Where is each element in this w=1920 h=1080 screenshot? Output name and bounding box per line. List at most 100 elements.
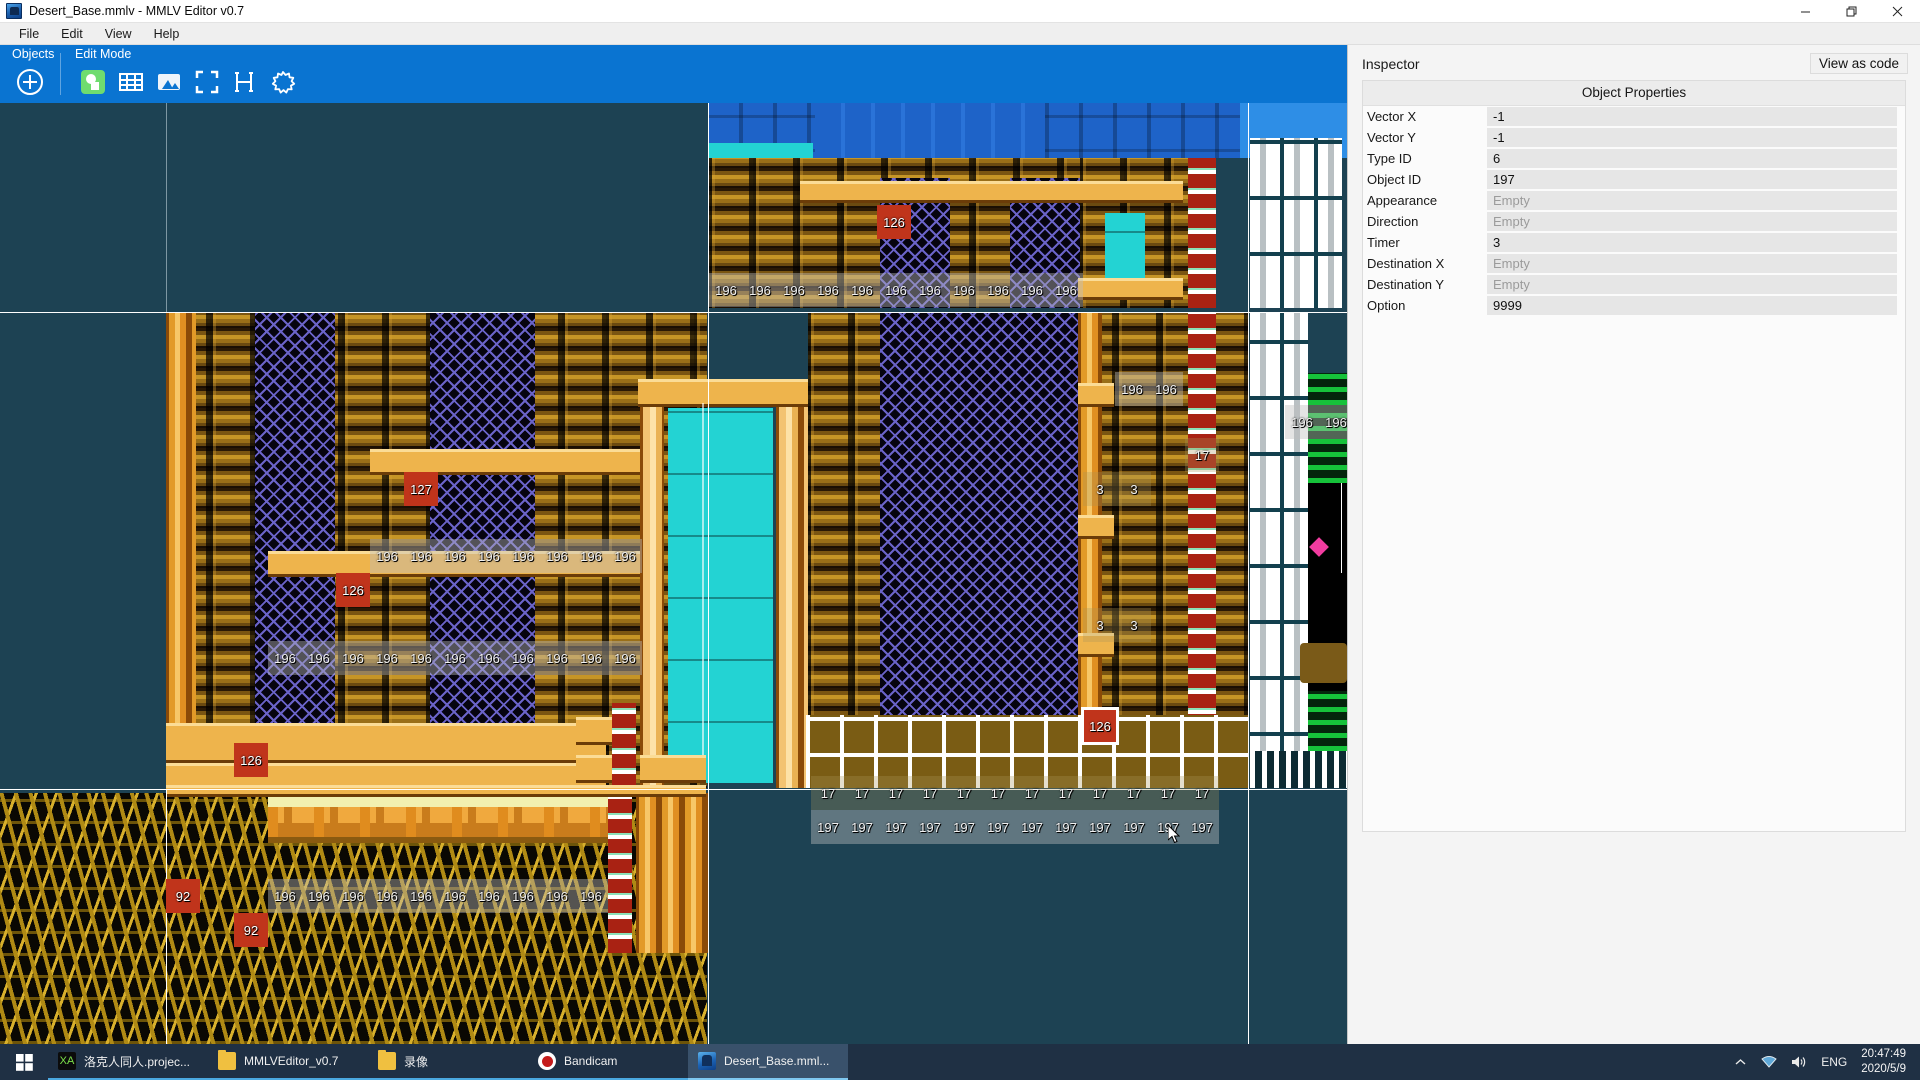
object-marker[interactable]: 17 (1185, 438, 1219, 472)
object-marker[interactable]: 196 (1115, 372, 1149, 406)
object-marker[interactable]: 196 (540, 879, 574, 913)
taskbar-button[interactable]: Bandicam (528, 1044, 688, 1080)
object-marker[interactable]: 196 (370, 641, 404, 675)
object-marker[interactable]: 196 (404, 641, 438, 675)
object-marker[interactable]: 196 (777, 273, 811, 307)
object-marker[interactable]: 196 (506, 641, 540, 675)
object-marker[interactable]: 196 (913, 273, 947, 307)
property-value-field[interactable]: Empty (1487, 212, 1897, 231)
property-value-field[interactable]: -1 (1487, 128, 1897, 147)
object-marker[interactable]: 197 (1117, 810, 1151, 844)
object-marker[interactable]: 196 (1285, 405, 1319, 439)
taskbar-button[interactable]: MMLVEditor_v0.7 (208, 1044, 368, 1080)
object-marker[interactable]: 197 (1151, 810, 1185, 844)
object-marker[interactable]: 196 (574, 879, 608, 913)
object-marker[interactable]: 197 (947, 810, 981, 844)
object-marker[interactable]: 196 (1015, 273, 1049, 307)
object-marker[interactable]: 17 (1083, 776, 1117, 810)
volume-icon[interactable] (1791, 1055, 1807, 1069)
object-marker[interactable]: 17 (913, 776, 947, 810)
object-marker[interactable]: 197 (879, 810, 913, 844)
object-marker[interactable]: 3 (1083, 608, 1117, 642)
object-marker[interactable]: 196 (404, 539, 438, 573)
object-marker[interactable]: 196 (302, 641, 336, 675)
property-value-field[interactable]: 197 (1487, 170, 1897, 189)
object-marker[interactable]: 126 (234, 743, 268, 777)
object-marker[interactable]: 196 (438, 641, 472, 675)
object-marker[interactable]: 196 (336, 879, 370, 913)
object-marker[interactable]: 196 (709, 273, 743, 307)
object-marker[interactable]: 196 (302, 879, 336, 913)
object-marker[interactable]: 92 (234, 913, 268, 947)
add-object-button[interactable] (12, 64, 48, 100)
object-marker[interactable]: 196 (1319, 405, 1347, 439)
object-marker[interactable]: 196 (472, 539, 506, 573)
object-marker[interactable]: 17 (1151, 776, 1185, 810)
object-marker[interactable]: 197 (1083, 810, 1117, 844)
object-marker[interactable]: 126 (336, 573, 370, 607)
menu-edit[interactable]: Edit (50, 24, 94, 44)
property-value-field[interactable]: Empty (1487, 191, 1897, 210)
background-layer-button[interactable] (151, 64, 187, 100)
object-marker[interactable]: 3 (1117, 608, 1151, 642)
object-marker[interactable]: 196 (506, 539, 540, 573)
start-button[interactable] (0, 1044, 48, 1080)
object-marker[interactable]: 196 (608, 539, 642, 573)
object-marker[interactable]: 196 (472, 879, 506, 913)
object-marker[interactable]: 17 (879, 776, 913, 810)
object-marker[interactable]: 197 (1185, 810, 1219, 844)
object-marker[interactable]: 17 (845, 776, 879, 810)
chevron-up-icon[interactable] (1734, 1056, 1747, 1069)
taskbar-button[interactable]: XA 洛克人同人.projec... (48, 1044, 208, 1080)
screen-bounds-button[interactable] (189, 64, 225, 100)
menu-view[interactable]: View (94, 24, 143, 44)
object-marker[interactable]: 17 (811, 776, 845, 810)
network-icon[interactable] (1761, 1055, 1777, 1069)
object-marker[interactable]: 17 (1049, 776, 1083, 810)
object-marker[interactable]: 196 (608, 641, 642, 675)
object-marker[interactable]: 197 (1015, 810, 1049, 844)
property-value-field[interactable]: Empty (1487, 254, 1897, 273)
object-marker[interactable]: 196 (947, 273, 981, 307)
object-marker[interactable]: 196 (336, 641, 370, 675)
tile-grid-button[interactable] (113, 64, 149, 100)
object-marker[interactable]: 196 (540, 641, 574, 675)
maximize-button[interactable] (1828, 0, 1874, 23)
object-marker[interactable]: 17 (1117, 776, 1151, 810)
object-marker[interactable]: 196 (438, 539, 472, 573)
object-marker[interactable]: 196 (506, 879, 540, 913)
settings-button[interactable] (265, 64, 301, 100)
property-value-field[interactable]: 3 (1487, 233, 1897, 252)
object-marker[interactable]: 196 (438, 879, 472, 913)
property-value-field[interactable]: Empty (1487, 275, 1897, 294)
object-marker[interactable]: 17 (947, 776, 981, 810)
view-as-code-button[interactable]: View as code (1809, 53, 1908, 74)
minimize-button[interactable] (1782, 0, 1828, 23)
object-marker[interactable]: 17 (981, 776, 1015, 810)
language-indicator[interactable]: ENG (1821, 1055, 1847, 1069)
level-canvas[interactable]: 126 196 196 196 196 196 196 196 196 196 196 196 196 1… (0, 103, 1347, 1066)
object-marker[interactable]: 196 (268, 879, 302, 913)
object-marker[interactable]: 92 (166, 879, 200, 913)
object-marker[interactable]: 197 (1049, 810, 1083, 844)
object-marker[interactable]: 196 (743, 273, 777, 307)
object-marker[interactable]: 126 (1081, 707, 1119, 745)
object-marker[interactable]: 196 (845, 273, 879, 307)
object-marker[interactable]: 196 (574, 641, 608, 675)
object-marker[interactable]: 196 (404, 879, 438, 913)
object-marker[interactable]: 196 (370, 879, 404, 913)
object-marker[interactable]: 196 (1149, 372, 1183, 406)
close-button[interactable] (1874, 0, 1920, 23)
object-marker[interactable]: 197 (913, 810, 947, 844)
object-marker[interactable]: 197 (845, 810, 879, 844)
object-marker[interactable]: 127 (404, 472, 438, 506)
property-value-field[interactable]: 6 (1487, 149, 1897, 168)
object-marker[interactable]: 196 (879, 273, 913, 307)
clock[interactable]: 20:47:49 2020/5/9 (1861, 1047, 1910, 1077)
object-marker[interactable]: 196 (472, 641, 506, 675)
object-marker[interactable]: 17 (1185, 776, 1219, 810)
object-marker[interactable]: 196 (370, 539, 404, 573)
object-marker[interactable]: 196 (268, 641, 302, 675)
object-marker[interactable]: 126 (877, 205, 911, 239)
property-value-field[interactable]: 9999 (1487, 296, 1897, 315)
